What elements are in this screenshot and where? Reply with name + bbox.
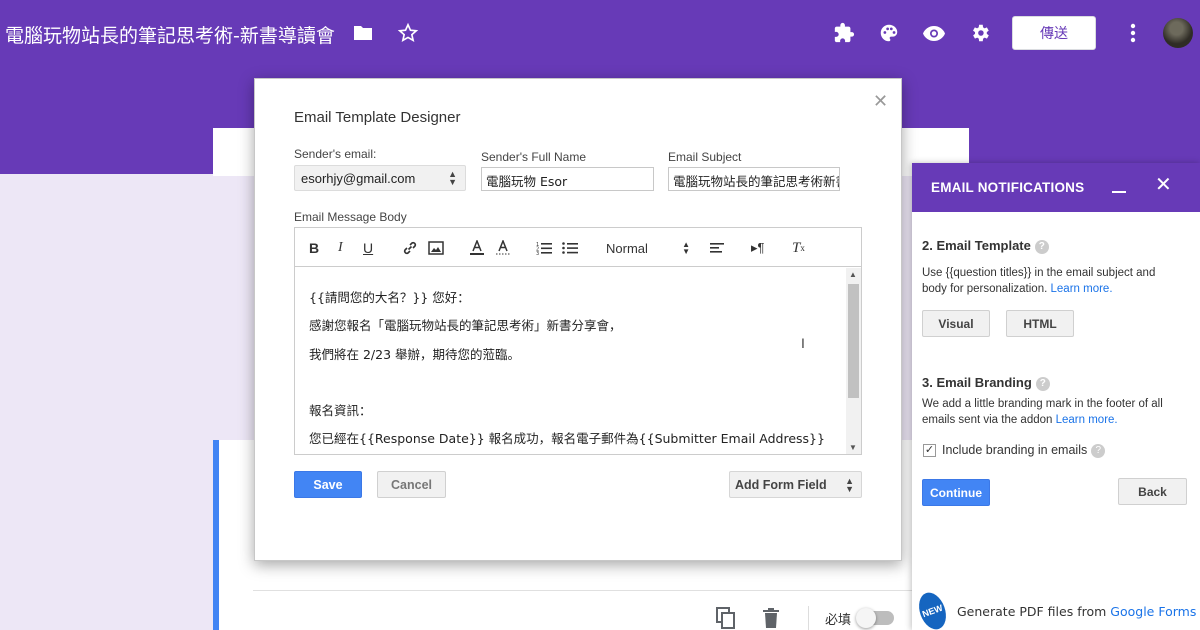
- star-icon[interactable]: [393, 18, 423, 48]
- body-line: {{請問您的大名？}} 您好：: [309, 290, 470, 305]
- bullet-list-icon[interactable]: [562, 238, 578, 258]
- close-icon[interactable]: ✕: [1155, 175, 1172, 195]
- continue-button[interactable]: Continue: [922, 479, 990, 506]
- promo-banner[interactable]: NEW Generate PDF files from Google Forms: [916, 591, 1196, 630]
- editor-scrollbar[interactable]: ▲ ▼: [846, 268, 861, 454]
- link-icon[interactable]: [402, 238, 418, 258]
- learn-more-link[interactable]: Learn more.: [1056, 414, 1118, 426]
- numbered-list-icon[interactable]: 123: [536, 238, 552, 258]
- format-select[interactable]: Normal ▲ ▼: [606, 238, 690, 258]
- branding-checkbox-label: Include branding in emails?: [942, 443, 1106, 458]
- cancel-button[interactable]: Cancel: [377, 471, 446, 498]
- template-text: Use {{question titles}} in the email sub…: [922, 267, 1156, 295]
- select-arrows-icon: ▲ ▼: [845, 476, 854, 494]
- italic-icon[interactable]: I: [338, 238, 343, 258]
- rich-text-editor: B I U 123 Normal ▲ ▼ ▸¶ T x {{請問您的大名？}} …: [294, 227, 862, 455]
- panel-title: EMAIL NOTIFICATIONS: [931, 180, 1085, 195]
- help-icon[interactable]: ?: [1034, 239, 1049, 254]
- body-line: 感謝您報名「電腦玩物站長的筆記思考術」新書分享會，: [309, 318, 622, 334]
- sender-name-label: Sender's Full Name: [481, 150, 586, 164]
- select-arrows-icon: ▲ ▼: [448, 169, 457, 187]
- bold-icon[interactable]: B: [309, 238, 319, 258]
- template-heading-text: 2. Email Template: [922, 238, 1031, 253]
- visual-button[interactable]: Visual: [922, 310, 990, 337]
- addon-puzzle-icon[interactable]: [829, 18, 859, 48]
- form-title: 電腦玩物站長的筆記思考術-新書導讀會: [5, 25, 335, 47]
- sender-email-label: Sender's email:: [294, 147, 377, 161]
- trash-icon[interactable]: [763, 606, 779, 630]
- template-heading: 2. Email Template?: [922, 238, 1049, 254]
- text-color-icon[interactable]: [470, 238, 484, 258]
- sender-name-input[interactable]: 電腦玩物 Esor: [481, 167, 654, 191]
- duplicate-icon[interactable]: [716, 606, 736, 630]
- scroll-down-icon[interactable]: ▼: [849, 443, 857, 452]
- body-line: 報名資訊：: [309, 403, 372, 419]
- help-icon[interactable]: ?: [1091, 443, 1106, 458]
- svg-text:3: 3: [536, 251, 539, 255]
- add-form-field-select[interactable]: Add Form Field ▲ ▼: [729, 471, 862, 498]
- text-direction-icon[interactable]: ▸¶: [751, 238, 765, 258]
- text-cursor-icon: I: [801, 335, 805, 351]
- learn-more-link[interactable]: Learn more.: [1051, 283, 1113, 295]
- promo-text-main: Generate PDF files from: [957, 603, 1107, 619]
- help-icon[interactable]: ?: [1035, 376, 1050, 391]
- sender-email-select[interactable]: esorhjy@gmail.com ▲ ▼: [294, 165, 466, 191]
- add-form-field-value: Add Form Field: [735, 478, 827, 492]
- branding-checkbox-text: Include branding in emails: [942, 443, 1088, 457]
- branding-checkbox[interactable]: ✓: [923, 444, 936, 457]
- align-left-icon[interactable]: [710, 238, 724, 258]
- dialog-title: Email Template Designer: [294, 109, 461, 126]
- email-template-dialog: Email Template Designer ✕ Sender's email…: [254, 78, 902, 561]
- preview-eye-icon[interactable]: [919, 18, 949, 48]
- branding-text: We add a little branding mark in the foo…: [922, 398, 1163, 426]
- format-select-value: Normal: [606, 240, 648, 256]
- email-subject-input[interactable]: 電腦玩物站長的筆記思考術新書: [668, 167, 840, 191]
- image-icon[interactable]: [428, 238, 444, 258]
- body-line: [309, 373, 831, 401]
- branding-description: We add a little branding mark in the foo…: [922, 396, 1177, 428]
- promo-text: Generate PDF files from Google Forms: [957, 604, 1196, 619]
- account-avatar[interactable]: [1163, 18, 1193, 48]
- branding-heading-text: 3. Email Branding: [922, 375, 1032, 390]
- message-body-editor[interactable]: {{請問您的大名？}} 您好： 感謝您報名「電腦玩物站長的筆記思考術」新書分享會…: [295, 267, 845, 454]
- sender-email-value: esorhjy@gmail.com: [301, 171, 416, 186]
- body-line: 您已經在{{Response Date}} 報名成功，報名電子郵件為{{Subm…: [309, 431, 825, 447]
- toolbar-divider: [808, 606, 809, 630]
- email-notifications-panel: EMAIL NOTIFICATIONS ✕ 2. Email Template?…: [912, 163, 1200, 630]
- highlight-color-icon[interactable]: [496, 238, 510, 258]
- branding-heading: 3. Email Branding?: [922, 375, 1050, 391]
- back-button[interactable]: Back: [1118, 478, 1187, 505]
- scrollbar-thumb[interactable]: [848, 284, 859, 398]
- required-toggle[interactable]: [856, 606, 894, 630]
- select-arrows-icon: ▲ ▼: [682, 240, 690, 256]
- send-button[interactable]: 傳送: [1012, 16, 1096, 50]
- clear-formatting-icon[interactable]: Tx: [792, 238, 805, 258]
- divider: [253, 590, 913, 591]
- message-body-label: Email Message Body: [294, 210, 407, 224]
- promo-link[interactable]: Google Forms: [1110, 604, 1196, 619]
- email-subject-label: Email Subject: [668, 150, 742, 164]
- settings-gear-icon[interactable]: [965, 18, 995, 48]
- close-icon[interactable]: ✕: [873, 91, 888, 112]
- html-button[interactable]: HTML: [1006, 310, 1074, 337]
- save-button[interactable]: Save: [294, 471, 362, 498]
- palette-icon[interactable]: [874, 18, 904, 48]
- minimize-icon[interactable]: [1112, 177, 1126, 193]
- more-vert-icon[interactable]: [1118, 18, 1148, 48]
- template-description: Use {{question titles}} in the email sub…: [922, 265, 1182, 297]
- scroll-up-icon[interactable]: ▲: [849, 270, 857, 279]
- panel-header: EMAIL NOTIFICATIONS ✕: [912, 163, 1200, 212]
- folder-icon[interactable]: [348, 18, 378, 48]
- new-badge-icon: NEW: [916, 591, 949, 630]
- editor-toolbar: B I U 123 Normal ▲ ▼ ▸¶ T x: [295, 228, 861, 267]
- underline-icon[interactable]: U: [363, 238, 373, 258]
- required-label: 必填: [825, 612, 852, 628]
- app-header: 電腦玩物站長的筆記思考術-新書導讀會 傳送: [0, 0, 1200, 66]
- body-line: 我們將在 2/23 舉辦，期待您的蒞臨。: [309, 346, 521, 362]
